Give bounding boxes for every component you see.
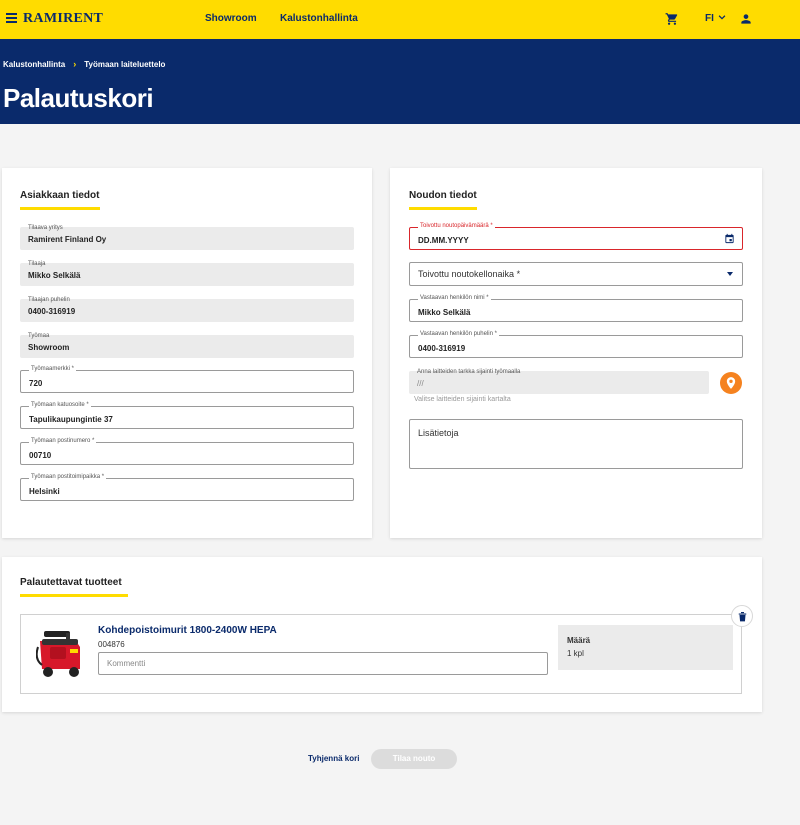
page-title: Palautuskori [3,83,154,113]
site-label: Työmaa [28,333,50,339]
postal-code-field[interactable]: Työmaan postinumero * 00710 [20,438,354,465]
product-image [36,631,80,677]
quantity-box: Määrä 1 kpl [558,625,733,670]
site-value: Showroom [28,343,70,352]
contact-phone-field[interactable]: Vastaavan henkilön puhelin * 0400-316919 [409,331,743,358]
products-card-title: Palautettavat tuotteet [20,577,128,597]
city-field[interactable]: Työmaan postitoimipaikka * Helsinki [20,474,354,501]
location-pin-icon [726,377,736,389]
notes-placeholder: Lisätietoja [418,428,459,438]
customer-card-title: Asiakkaan tiedot [20,190,101,210]
page-header: Kalustonhallinta › Työmaan laiteluettelo… [0,39,800,124]
orderer-phone-field: Tilaajan puhelin 0400-316919 [20,297,354,322]
pickup-time-placeholder: Toivottu noutokellonaika * [418,269,521,279]
street-address-value[interactable]: Tapulikaupungintie 37 [29,415,113,424]
contact-name-field[interactable]: Vastaavan henkilön nimi * Mikko Selkälä [409,295,743,322]
breadcrumb: Kalustonhallinta › Työmaan laiteluettelo [3,59,165,69]
breadcrumb-item-tyomaan-laiteluettelo[interactable]: Työmaan laiteluettelo [84,60,165,69]
calendar-icon[interactable] [724,233,735,244]
site-field: Työmaa Showroom [20,333,354,358]
quantity-label: Määrä [567,636,591,645]
contact-phone-label: Vastaavan henkilön puhelin * [418,331,499,337]
language-selector[interactable]: FI [705,13,714,24]
site-mark-field[interactable]: Työmaamerkki * 720 [20,366,354,393]
postal-code-value[interactable]: 00710 [29,451,51,460]
user-icon[interactable] [739,12,753,26]
comment-placeholder: Kommentti [107,659,146,668]
city-value[interactable]: Helsinki [29,487,60,496]
location-label: Anna laitteiden tarkka sijainti työmaall… [417,369,521,375]
chevron-down-icon[interactable] [717,12,727,22]
pickup-date-label: Toivottu noutopäivämäärä * [418,223,495,229]
nav-kalustonhallinta[interactable]: Kalustonhallinta [280,13,358,24]
site-mark-label: Työmaamerkki * [29,366,77,372]
product-code: 004876 [98,640,125,649]
order-pickup-label: Tilaa nouto [392,754,436,763]
dropdown-arrow-icon[interactable] [727,272,733,276]
contact-name-value[interactable]: Mikko Selkälä [418,308,470,317]
cart-icon[interactable] [665,12,679,26]
orderer-label: Tilaaja [28,261,46,267]
contact-name-label: Vastaavan henkilön nimi * [418,295,491,301]
map-pin-button[interactable] [720,372,742,394]
trash-icon [738,612,747,622]
nav-showroom[interactable]: Showroom [205,13,257,24]
clear-cart-link[interactable]: Tyhjennä kori [308,754,359,763]
orderer-phone-value: 0400-316919 [28,307,76,316]
breadcrumb-item-kalustonhallinta[interactable]: Kalustonhallinta [3,60,65,69]
pickup-time-select[interactable]: Toivottu noutokellonaika * [409,262,743,286]
contact-phone-value[interactable]: 0400-316919 [418,344,465,353]
top-bar: RAMIRENT Showroom Kalustonhallinta FI [0,0,800,39]
pickup-card: Noudon tiedot Toivottu noutopäivämäärä *… [390,168,762,538]
pickup-date-placeholder[interactable]: DD.MM.YYYY [418,236,469,245]
remove-item-button[interactable] [731,605,753,627]
orderer-field: Tilaaja Mikko Selkälä [20,261,354,286]
postal-code-label: Työmaan postinumero * [29,438,97,444]
order-pickup-button[interactable]: Tilaa nouto [371,749,457,769]
pickup-date-field[interactable]: Toivottu noutopäivämäärä * DD.MM.YYYY [409,223,743,250]
pickup-card-title: Noudon tiedot [409,190,477,210]
street-address-field[interactable]: Työmaan katuosoite * Tapulikaupungintie … [20,402,354,429]
orderer-value: Mikko Selkälä [28,271,81,280]
site-mark-value[interactable]: 720 [29,379,42,388]
product-item: Kohdepoistoimurit 1800-2400W HEPA 004876… [20,614,742,694]
company-field: Tilaava yritys Ramirent Finland Oy [20,225,354,250]
breadcrumb-separator-icon: › [73,59,77,69]
company-label: Tilaava yritys [28,225,63,231]
menu-icon[interactable] [6,13,17,23]
location-value: /// [417,379,424,388]
notes-textarea[interactable]: Lisätietoja [409,419,743,469]
customer-card: Asiakkaan tiedot Tilaava yritys Ramirent… [2,168,372,538]
company-value: Ramirent Finland Oy [28,235,107,244]
street-address-label: Työmaan katuosoite * [29,402,91,408]
location-field: Anna laitteiden tarkka sijainti työmaall… [409,369,709,394]
orderer-phone-label: Tilaajan puhelin [28,297,70,303]
comment-input[interactable]: Kommentti [98,652,548,675]
product-name[interactable]: Kohdepoistoimurit 1800-2400W HEPA [98,625,277,636]
city-label: Työmaan postitoimipaikka * [29,474,107,480]
logo[interactable]: RAMIRENT [23,11,103,27]
location-helper-text: Valitse laitteiden sijainti kartalta [414,396,511,403]
quantity-value: 1 kpl [567,649,584,658]
